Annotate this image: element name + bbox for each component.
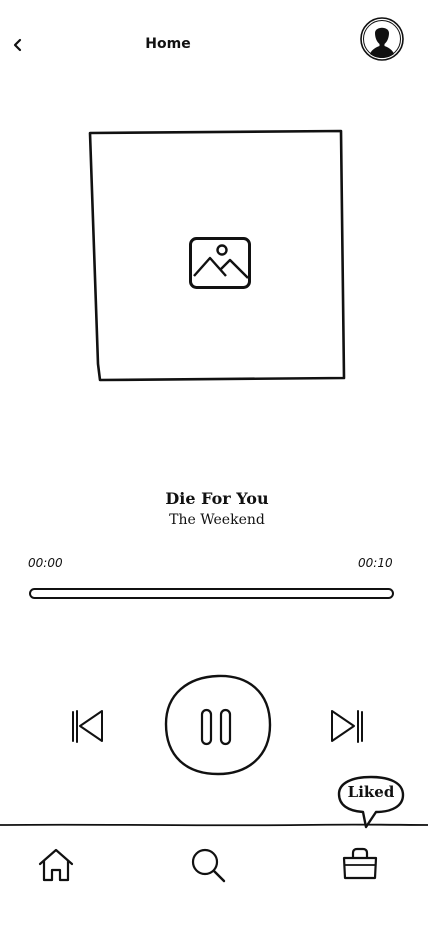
nav-search[interactable] [187, 844, 229, 886]
search-icon [191, 848, 226, 883]
chevron-left-icon [13, 38, 22, 52]
back-button[interactable] [6, 32, 30, 58]
page-title: Home [145, 36, 191, 52]
progress-bar[interactable] [28, 586, 396, 602]
nav-liked[interactable] [340, 846, 380, 882]
avatar[interactable] [360, 17, 404, 61]
elapsed-time: 00:00 [28, 556, 63, 570]
liked-tooltip-label: Liked [347, 783, 395, 801]
nav-home[interactable] [36, 846, 76, 884]
user-avatar-icon [360, 17, 404, 61]
previous-button[interactable] [68, 705, 108, 747]
liked-bag-icon [342, 847, 378, 880]
home-icon [38, 848, 74, 882]
image-placeholder-icon [188, 236, 252, 290]
skip-next-icon [331, 710, 363, 743]
track-duration: 00:10 [358, 556, 393, 570]
pause-icon [164, 674, 272, 776]
song-title: Die For You [165, 489, 269, 508]
skip-previous-icon [72, 710, 103, 743]
song-artist: The Weekend [169, 512, 265, 528]
pause-button[interactable] [162, 672, 274, 778]
next-button[interactable] [327, 705, 367, 747]
bottom-nav-divider [0, 821, 428, 829]
